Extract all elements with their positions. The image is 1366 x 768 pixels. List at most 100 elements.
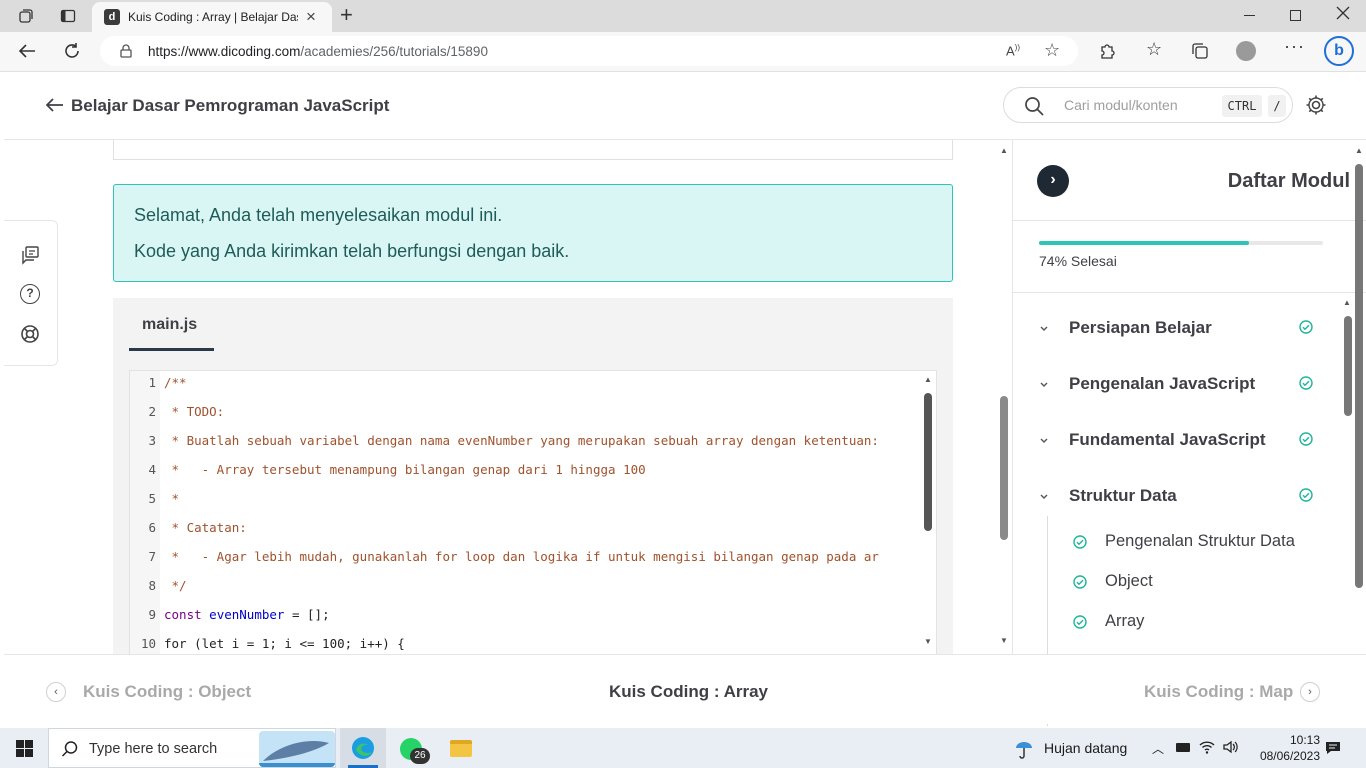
help-icon[interactable]: ? [20,284,40,304]
check-circle-icon [1073,535,1087,554]
modlist-scroll-up-icon[interactable]: ▲ [1343,298,1351,307]
module-list-title: Daftar Modul [1227,170,1350,192]
submodule-item[interactable]: Pengenalan Struktur Data [1073,528,1333,556]
edge-browser-icon[interactable] [340,728,386,768]
windows-start-icon[interactable] [16,740,33,762]
lock-icon[interactable] [120,44,132,63]
module-item[interactable]: Pengenalan JavaScript [1039,368,1329,398]
editor-scroll-down-icon[interactable]: ▼ [924,637,932,646]
line-number: 9 [148,607,156,622]
favorites-icon[interactable]: ☆ [1146,39,1162,60]
code-line[interactable]: 1 /** [130,375,930,404]
restore-icon[interactable] [1290,10,1301,21]
tab-main-js[interactable]: main.js [142,316,197,334]
check-circle-icon [1299,320,1313,339]
close-tab-icon[interactable]: × [306,7,316,27]
check-circle-icon [1299,432,1313,451]
module-item[interactable]: Struktur Data [1039,480,1329,510]
refresh-icon[interactable] [63,42,81,65]
workspaces-icon[interactable] [18,8,34,29]
code-text: const evenNumber = []; [164,607,330,622]
submodule-item[interactable]: Array [1073,608,1333,636]
submodule-label: Array [1105,612,1145,630]
dicoding-favicon-icon: d [104,9,120,25]
chevron-down-icon [1039,432,1049,450]
taskbar-search-box[interactable]: Type here to search [48,728,336,768]
code-line[interactable]: 5 * [130,491,930,520]
modlist-scrollbar-thumb[interactable] [1344,316,1352,416]
page-scroll-up-icon[interactable]: ▲ [1000,146,1008,155]
code-line[interactable]: 9 const evenNumber = []; [130,607,930,636]
code-line[interactable]: 8 */ [130,578,930,607]
bing-chat-icon[interactable]: b [1324,36,1354,66]
lesson-navigation: ‹ Kuis Coding : Object Kuis Coding : Arr… [4,654,1366,724]
line-number: 5 [148,491,156,506]
code-line[interactable]: 2 * TODO: [130,404,930,433]
back-arrow-icon[interactable] [45,98,64,117]
close-window-icon[interactable] [1336,6,1350,25]
success-alert: Selamat, Anda telah menyelesaikan modul … [113,184,953,282]
search-icon [1024,96,1044,121]
favorite-star-icon[interactable]: ☆ [1044,40,1060,61]
page-scroll-down-icon[interactable]: ▼ [1000,636,1008,645]
settings-gear-icon[interactable] [1305,94,1327,121]
discussion-icon[interactable] [20,245,40,270]
module-item[interactable]: Persiapan Belajar [1039,312,1329,342]
collapse-panel-button[interactable]: › [1037,165,1069,197]
vertical-tabs-icon[interactable] [60,8,76,29]
page-scrollbar-thumb[interactable] [1000,396,1008,540]
more-menu-icon[interactable]: ··· [1284,36,1305,57]
editor-scrollbar-thumb[interactable] [924,393,932,531]
prev-lesson-link[interactable]: Kuis Coding : Object [83,682,251,702]
weather-icon[interactable] [1012,738,1036,765]
code-line[interactable]: 6 * Catatan: [130,520,930,549]
extensions-icon[interactable] [1098,42,1116,65]
minimize-icon[interactable] [1244,15,1255,16]
alert-line-1: Selamat, Anda telah menyelesaikan modul … [134,205,503,225]
back-icon[interactable] [18,43,36,64]
browser-toolbar: https://www.dicoding.com/academies/256/t… [0,32,1366,72]
collections-icon[interactable] [1191,42,1209,65]
code-editor-panel: main.js 1/** 2 * TODO: 3 * Buatlah sebuah … [113,298,953,658]
module-label: Persiapan Belajar [1069,318,1212,337]
taskbar-search-placeholder: Type here to search [89,741,218,757]
code-text: * [164,491,180,506]
code-text: * - Agar lebih mudah, gunakanlah for loo… [164,549,879,564]
next-lesson-link[interactable]: Kuis Coding : Map [1144,682,1293,702]
volume-icon[interactable] [1222,739,1238,760]
next-lesson-icon[interactable]: › [1300,682,1320,702]
new-tab-button[interactable]: + [340,2,353,28]
prev-lesson-icon[interactable]: ‹ [46,682,66,702]
notifications-icon[interactable] [1325,740,1341,761]
module-search-input[interactable]: Cari modul/konten CTRL / [1003,87,1293,123]
line-number: 3 [148,433,156,448]
alert-line-2: Kode yang Anda kirimkan telah berfungsi … [134,241,570,261]
profile-avatar[interactable] [1236,41,1256,61]
battery-icon[interactable] [1176,743,1190,752]
wifi-icon[interactable] [1199,739,1215,760]
tray-chevron-icon[interactable]: ︿ [1152,740,1164,757]
panel-scrollbar-thumb[interactable] [1355,164,1363,588]
file-explorer-icon[interactable] [450,740,472,757]
whatsapp-icon[interactable]: 26 [400,738,430,764]
module-item[interactable]: Fundamental JavaScript [1039,424,1329,454]
code-line[interactable]: 3 * Buatlah sebuah variabel dengan nama … [130,433,930,462]
support-lifebuoy-icon[interactable] [20,324,40,349]
address-bar[interactable]: https://www.dicoding.com/academies/256/t… [100,36,1078,66]
submodule-item[interactable]: Object [1073,568,1333,596]
code-editor[interactable]: 1/** 2 * TODO: 3 * Buatlah sebuah variabel… [129,370,937,658]
code-line[interactable]: 4 * - Array tersebut menampung bilangan … [130,462,930,491]
active-browser-tab[interactable]: d Kuis Coding : Array | Belajar Dasar Pe… [92,2,332,32]
read-aloud-icon[interactable]: A)) [1006,43,1020,58]
code-text: * - Array tersebut menampung bilangan ge… [164,462,646,477]
system-clock[interactable]: 10:13 08/06/2023 [1248,732,1320,764]
clock-time: 10:13 [1289,733,1320,747]
panel-scroll-up-icon[interactable]: ▲ [1355,146,1363,155]
course-title[interactable]: Belajar Dasar Pemrograman JavaScript [71,96,389,116]
editor-scroll-up-icon[interactable]: ▲ [924,375,932,384]
kbd-slash: / [1268,95,1286,117]
line-number: 6 [148,520,156,535]
weather-text[interactable]: Hujan datang [1044,740,1127,756]
line-number: 1 [148,375,156,390]
code-line[interactable]: 7 * - Agar lebih mudah, gunakanlah for l… [130,549,930,578]
